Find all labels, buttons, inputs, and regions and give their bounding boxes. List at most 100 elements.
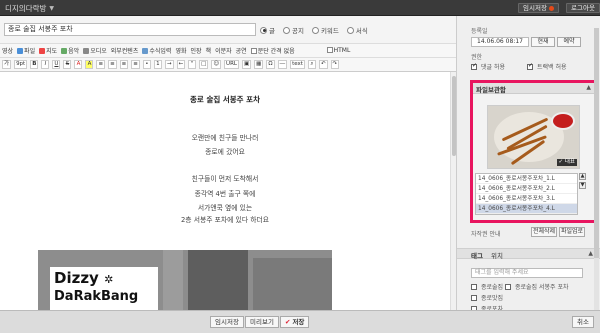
strike-icon[interactable]: S — [63, 60, 72, 69]
align-right-icon[interactable]: ≡ — [119, 60, 129, 69]
file-item[interactable]: 14_0606_종로서봉주포차_1.L — [476, 174, 577, 184]
tb-no-spacing[interactable]: 문단 간격 없음 — [250, 46, 295, 55]
radio-notice-label: 공지 — [291, 27, 304, 35]
outdent-icon[interactable]: ← — [176, 60, 186, 69]
temp-save-button[interactable]: 임시저장 — [210, 316, 244, 328]
reserve-button[interactable]: 예약 — [557, 37, 581, 47]
tb-movie[interactable]: 영화 — [175, 46, 186, 55]
collapse-icon[interactable]: ▲ — [588, 250, 593, 257]
tb-map-label: 지도 — [46, 48, 58, 55]
tb-html[interactable]: HTML — [326, 47, 350, 54]
attachment-panel: 파일보관함 ▲ ✓ 대표 14_0606_종로서봉주포차_1.L 14_0606… — [470, 80, 598, 223]
size-select[interactable]: 9pt — [14, 60, 28, 69]
list-bullet-icon[interactable]: • — [142, 60, 151, 69]
checkbox-icon — [326, 47, 333, 53]
align-justify-icon[interactable]: ≡ — [131, 60, 140, 69]
tb-external[interactable]: 외부컨텐츠 — [111, 46, 139, 55]
representative-badge[interactable]: ✓ 대표 — [556, 159, 577, 166]
tab-location[interactable]: 위치 — [491, 250, 503, 260]
tb-divider[interactable]: 이분자 — [215, 46, 232, 55]
tag-input[interactable]: 태그를 입력해 주세요 — [471, 268, 583, 278]
preview-button[interactable]: 미리보기 — [245, 316, 279, 328]
tag-suggest-label: 종로술집 — [481, 284, 504, 291]
tag-suggest-1[interactable]: 종로술집 — [471, 282, 503, 291]
tb-video[interactable]: 영상 — [2, 46, 13, 55]
map-pin-icon — [39, 48, 46, 54]
post-title-input[interactable]: 종로 술집 서봉주 포차 — [4, 23, 256, 36]
temp-save-count-button[interactable]: 임시저장 — [518, 3, 559, 13]
radio-template[interactable]: 서식 — [346, 25, 368, 35]
undo-icon[interactable]: ↶ — [318, 60, 328, 69]
special-char-icon[interactable]: Ω — [266, 60, 275, 69]
redo-icon[interactable]: ↷ — [330, 60, 340, 69]
hr-icon[interactable]: ― — [277, 60, 288, 69]
post-line-6: 서가앤쿡 옆에 있는 — [197, 204, 253, 212]
attachment-header[interactable]: 파일보관함 ▲ — [473, 83, 595, 94]
post-photo[interactable]: Dizzy ✲ DaRakBang — [38, 250, 332, 310]
text-mode-button[interactable]: text — [290, 60, 305, 69]
radio-post[interactable]: 글 — [260, 25, 275, 35]
tb-file[interactable]: 파일 — [17, 46, 35, 55]
tag-section-header[interactable]: 태그 위치 ▲ — [457, 248, 600, 260]
file-upload-button[interactable]: 파일업로 — [559, 227, 585, 237]
allow-trackback-label: 트랙백 허용 — [537, 64, 567, 71]
file-item[interactable]: 14_0606_종로서봉주포차_3.L — [476, 194, 577, 204]
radio-keyword[interactable]: 키워드 — [311, 25, 339, 35]
logo-text-1: Dizzy — [54, 269, 99, 287]
cancel-button[interactable]: 취소 — [572, 316, 594, 328]
tb-audio[interactable]: 오디오 — [83, 46, 107, 55]
top-bar: 디지의다락방 ▼ 임시저장 로그아웃 — [0, 0, 600, 16]
tb-show[interactable]: 공연 — [236, 46, 247, 55]
underline-icon[interactable]: U — [52, 60, 61, 69]
highlight-icon[interactable]: A — [85, 60, 94, 69]
tab-tag[interactable]: 태그 — [471, 250, 483, 260]
panel-scrollbar[interactable] — [594, 28, 599, 310]
scroll-up-icon[interactable]: ▲ — [579, 173, 586, 180]
save-button[interactable]: ✔ 저장 — [280, 316, 310, 328]
blog-selector[interactable]: 디지의다락방 ▼ — [5, 3, 54, 14]
font-select[interactable]: 가 — [2, 60, 12, 69]
music-icon — [61, 48, 68, 54]
link-icon[interactable]: URL — [224, 60, 239, 69]
align-center-icon[interactable]: ≡ — [108, 60, 117, 69]
watermark-logo: Dizzy ✲ DaRakBang — [50, 267, 158, 310]
tb-audio-label: 오디오 — [90, 48, 107, 55]
search-icon[interactable]: ⌕ — [307, 60, 316, 69]
date-field[interactable]: 14.06.06 08:17 — [471, 37, 529, 47]
sparkle-icon: ✲ — [104, 273, 114, 286]
tb-stamp[interactable]: 인장 — [191, 46, 202, 55]
tb-book[interactable]: 책 — [206, 46, 212, 55]
delete-all-button[interactable]: 전체삭제 — [531, 227, 557, 237]
tb-formula-label: 수식입력 — [149, 48, 172, 55]
scroll-down-icon[interactable]: ▼ — [579, 182, 586, 189]
table-icon[interactable]: ▦ — [254, 60, 264, 69]
tb-music[interactable]: 음악 — [61, 46, 79, 55]
bold-icon[interactable]: B — [30, 60, 39, 69]
radio-notice[interactable]: 공지 — [282, 25, 304, 35]
file-item[interactable]: 14_0606_종로서봉주포차_2.L — [476, 184, 577, 194]
tag-suggest-2[interactable]: 종로술집 서봉주 포차 — [505, 282, 569, 291]
allow-comment-toggle[interactable]: 댓글 허용 — [471, 62, 505, 71]
panel-scroll-thumb[interactable] — [594, 28, 599, 258]
tb-map[interactable]: 지도 — [39, 46, 57, 55]
align-left-icon[interactable]: ≡ — [96, 60, 106, 69]
file-item-selected[interactable]: 14_0606_종로서봉주포차_4.L — [476, 204, 577, 214]
save-label: 저장 — [292, 318, 305, 326]
attachment-thumbnail[interactable]: ✓ 대표 — [487, 105, 580, 169]
image-icon[interactable]: ▣ — [241, 60, 252, 69]
collapse-icon[interactable]: ▲ — [586, 84, 591, 91]
tb-formula[interactable]: 수식입력 — [142, 46, 171, 55]
box-icon[interactable]: □ — [199, 60, 209, 69]
radio-post-label: 글 — [269, 27, 275, 35]
list-number-icon[interactable]: 1 — [153, 60, 162, 69]
tag-suggest-3[interactable]: 종로맛집 — [471, 293, 503, 302]
logout-button[interactable]: 로그아웃 — [566, 3, 600, 13]
now-button[interactable]: 현재 — [531, 37, 555, 47]
italic-icon[interactable]: I — [41, 60, 50, 69]
file-list[interactable]: 14_0606_종로서봉주포차_1.L 14_0606_종로서봉주포차_2.L … — [475, 173, 578, 215]
allow-trackback-toggle[interactable]: 트랙백 허용 — [527, 62, 567, 71]
text-color-icon[interactable]: A — [74, 60, 83, 69]
emoji-icon[interactable]: ☺ — [211, 60, 222, 69]
indent-icon[interactable]: → — [164, 60, 174, 69]
quote-icon[interactable]: " — [188, 60, 197, 69]
